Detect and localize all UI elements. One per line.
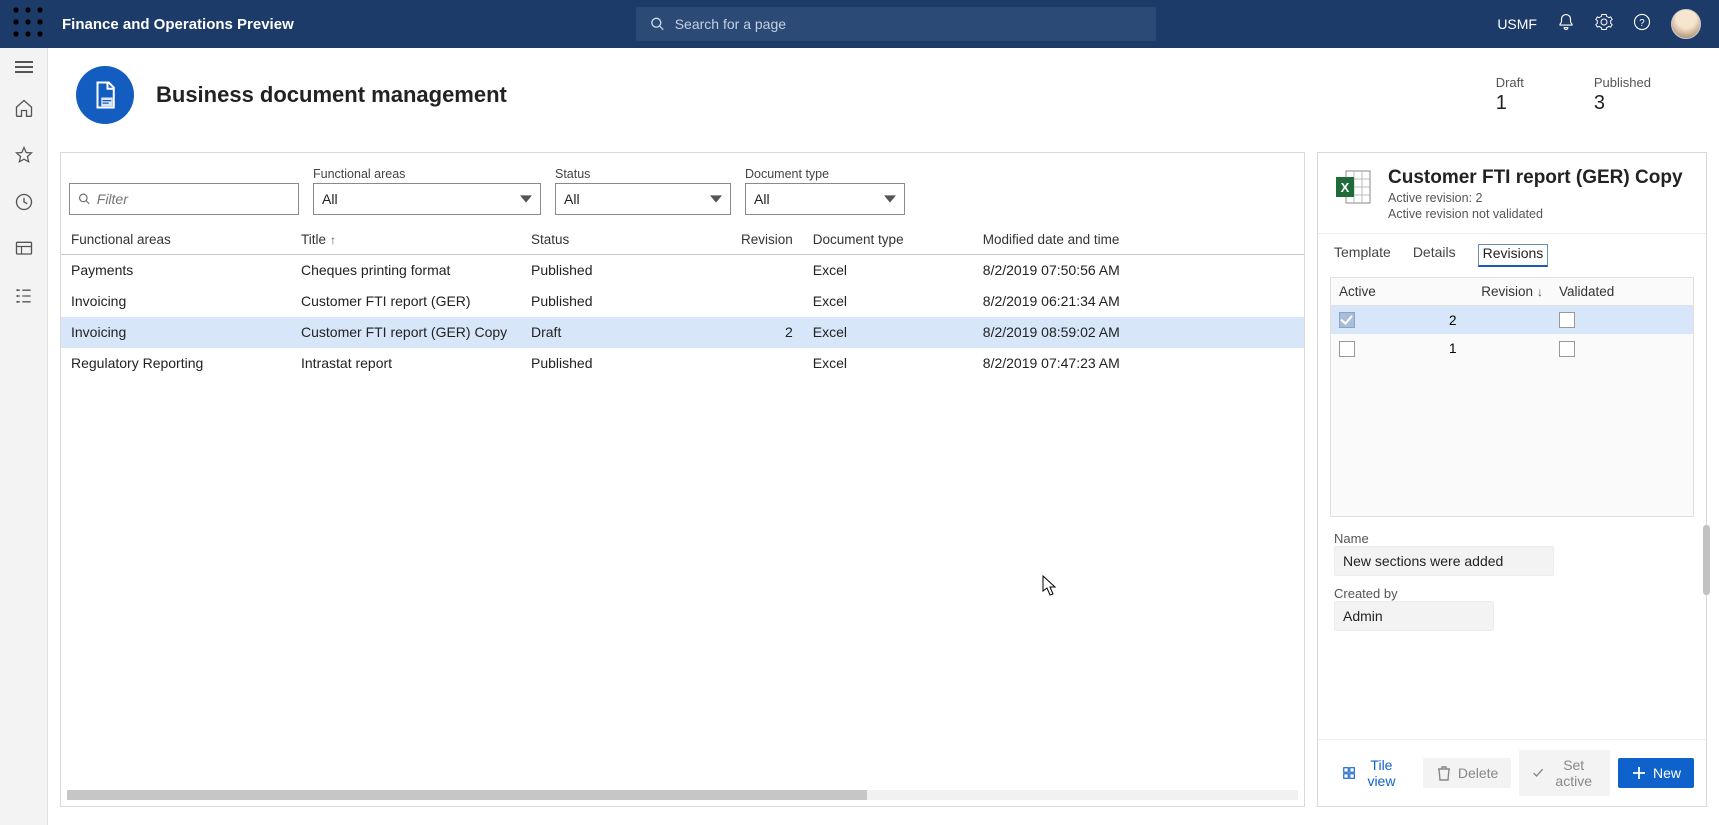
revisions-table: Active Revision Validated 2 1 — [1331, 278, 1693, 363]
delete-button[interactable]: Delete — [1423, 758, 1511, 788]
topbar-right: USMF ? — [1497, 9, 1701, 39]
detail-title: Customer FTI report (GER) Copy — [1388, 167, 1683, 189]
page-icon — [76, 66, 134, 124]
body-split: Functional areas All Status All Document… — [48, 152, 1719, 819]
plus-icon — [1631, 765, 1647, 781]
col-validated[interactable]: Validated — [1551, 278, 1693, 306]
revisions-table-wrap: Active Revision Validated 2 1 — [1330, 277, 1694, 517]
tile-view-button[interactable]: Tile view — [1330, 750, 1415, 796]
active-checkbox[interactable] — [1339, 341, 1355, 357]
dd-doctype[interactable]: All — [745, 183, 905, 215]
detail-active-rev-status: Active revision not validated — [1388, 207, 1683, 221]
stat-draft-value: 1 — [1496, 92, 1524, 115]
dd-doctype-label: Document type — [745, 167, 905, 181]
revision-fields: Name New sections were added Created by … — [1318, 525, 1706, 637]
table-row[interactable]: Regulatory ReportingIntrastat reportPubl… — [61, 348, 1304, 379]
table-row[interactable]: PaymentsCheques printing formatPublished… — [61, 255, 1304, 286]
tile-icon — [1343, 765, 1355, 781]
table-row[interactable]: InvoicingCustomer FTI report (GER)Publis… — [61, 286, 1304, 317]
stat-published[interactable]: Published 3 — [1594, 75, 1651, 115]
tab-revisions[interactable]: Revisions — [1478, 244, 1549, 267]
field-name-value[interactable]: New sections were added — [1334, 546, 1554, 576]
stat-published-value: 3 — [1594, 92, 1651, 115]
validated-checkbox[interactable] — [1559, 341, 1575, 357]
detail-actions: Tile view Delete Set active New — [1318, 739, 1706, 806]
detail-header: X Customer FTI report (GER) Copy Active … — [1318, 153, 1706, 234]
col-revision[interactable]: Revision — [731, 225, 803, 255]
col-title[interactable]: Title — [291, 225, 521, 255]
excel-icon: X — [1334, 167, 1374, 207]
hamburger-icon[interactable] — [15, 58, 33, 76]
page-header: Business document management Draft 1 Pub… — [48, 48, 1719, 152]
app-title: Finance and Operations Preview — [62, 16, 294, 33]
filter-row: Functional areas All Status All Document… — [61, 167, 1304, 225]
filter-input-wrap[interactable] — [69, 183, 299, 215]
dd-status[interactable]: All — [555, 183, 731, 215]
new-button[interactable]: New — [1618, 758, 1694, 788]
revision-row[interactable]: 2 — [1331, 306, 1693, 335]
dd-status-label: Status — [555, 167, 731, 181]
avatar[interactable] — [1671, 9, 1701, 39]
horizontal-scrollbar[interactable] — [67, 790, 1298, 800]
filter-input[interactable] — [97, 191, 290, 207]
tab-details[interactable]: Details — [1413, 244, 1456, 267]
header-stats: Draft 1 Published 3 — [1496, 75, 1651, 115]
dd-functional-areas-wrap: Functional areas All — [313, 167, 541, 215]
notifications-icon[interactable] — [1557, 13, 1575, 36]
col-revision[interactable]: Revision — [1441, 278, 1551, 306]
detail-panel: X Customer FTI report (GER) Copy Active … — [1317, 152, 1707, 807]
stat-draft-label: Draft — [1496, 75, 1524, 90]
settings-icon[interactable] — [1595, 13, 1613, 36]
col-doctype[interactable]: Document type — [803, 225, 973, 255]
tab-template[interactable]: Template — [1334, 244, 1391, 267]
active-checkbox[interactable] — [1339, 312, 1355, 328]
detail-tabs: Template Details Revisions — [1318, 234, 1706, 267]
trash-icon — [1436, 765, 1452, 781]
dd-doctype-wrap: Document type All — [745, 167, 905, 215]
validated-checkbox[interactable] — [1559, 312, 1575, 328]
col-active[interactable]: Active — [1331, 278, 1441, 306]
col-status[interactable]: Status — [521, 225, 731, 255]
filter-icon — [78, 192, 91, 206]
app-launcher-icon[interactable] — [12, 6, 44, 43]
home-icon[interactable] — [14, 98, 34, 123]
chevron-down-icon — [710, 193, 722, 205]
search-icon — [650, 16, 665, 32]
topbar: Finance and Operations Preview USMF ? — [0, 0, 1719, 48]
modules-icon[interactable] — [14, 286, 34, 311]
check-icon — [1532, 765, 1544, 781]
recent-icon[interactable] — [14, 192, 34, 217]
set-active-button[interactable]: Set active — [1519, 750, 1610, 796]
grid-panel: Functional areas All Status All Document… — [60, 152, 1305, 807]
company-code[interactable]: USMF — [1497, 16, 1537, 32]
page-title: Business document management — [156, 82, 507, 108]
svg-text:X: X — [1341, 180, 1350, 195]
stat-draft[interactable]: Draft 1 — [1496, 75, 1524, 115]
help-icon[interactable]: ? — [1633, 13, 1651, 36]
chevron-down-icon — [520, 193, 532, 205]
dd-functional-areas[interactable]: All — [313, 183, 541, 215]
search-input[interactable] — [675, 16, 1142, 32]
field-name-label: Name — [1334, 531, 1690, 546]
dd-status-wrap: Status All — [555, 167, 731, 215]
chevron-down-icon — [884, 193, 896, 205]
workspace-icon[interactable] — [14, 239, 34, 264]
dd-functional-areas-label: Functional areas — [313, 167, 541, 181]
stat-published-label: Published — [1594, 75, 1651, 90]
table-row[interactable]: InvoicingCustomer FTI report (GER) CopyD… — [61, 317, 1304, 348]
svg-text:?: ? — [1639, 17, 1645, 28]
search-box[interactable] — [636, 7, 1156, 41]
documents-grid: Functional areas Title Status Revision D… — [61, 225, 1304, 379]
detail-active-rev: Active revision: 2 — [1388, 191, 1683, 205]
revision-row[interactable]: 1 — [1331, 334, 1693, 362]
vertical-scrollbar[interactable] — [1703, 525, 1710, 595]
favorites-icon[interactable] — [14, 145, 34, 170]
left-rail — [0, 48, 48, 825]
col-modified[interactable]: Modified date and time — [973, 225, 1304, 255]
field-createdby-label: Created by — [1334, 586, 1690, 601]
col-area[interactable]: Functional areas — [61, 225, 291, 255]
main: Business document management Draft 1 Pub… — [48, 48, 1719, 825]
field-createdby-value[interactable]: Admin — [1334, 601, 1494, 631]
